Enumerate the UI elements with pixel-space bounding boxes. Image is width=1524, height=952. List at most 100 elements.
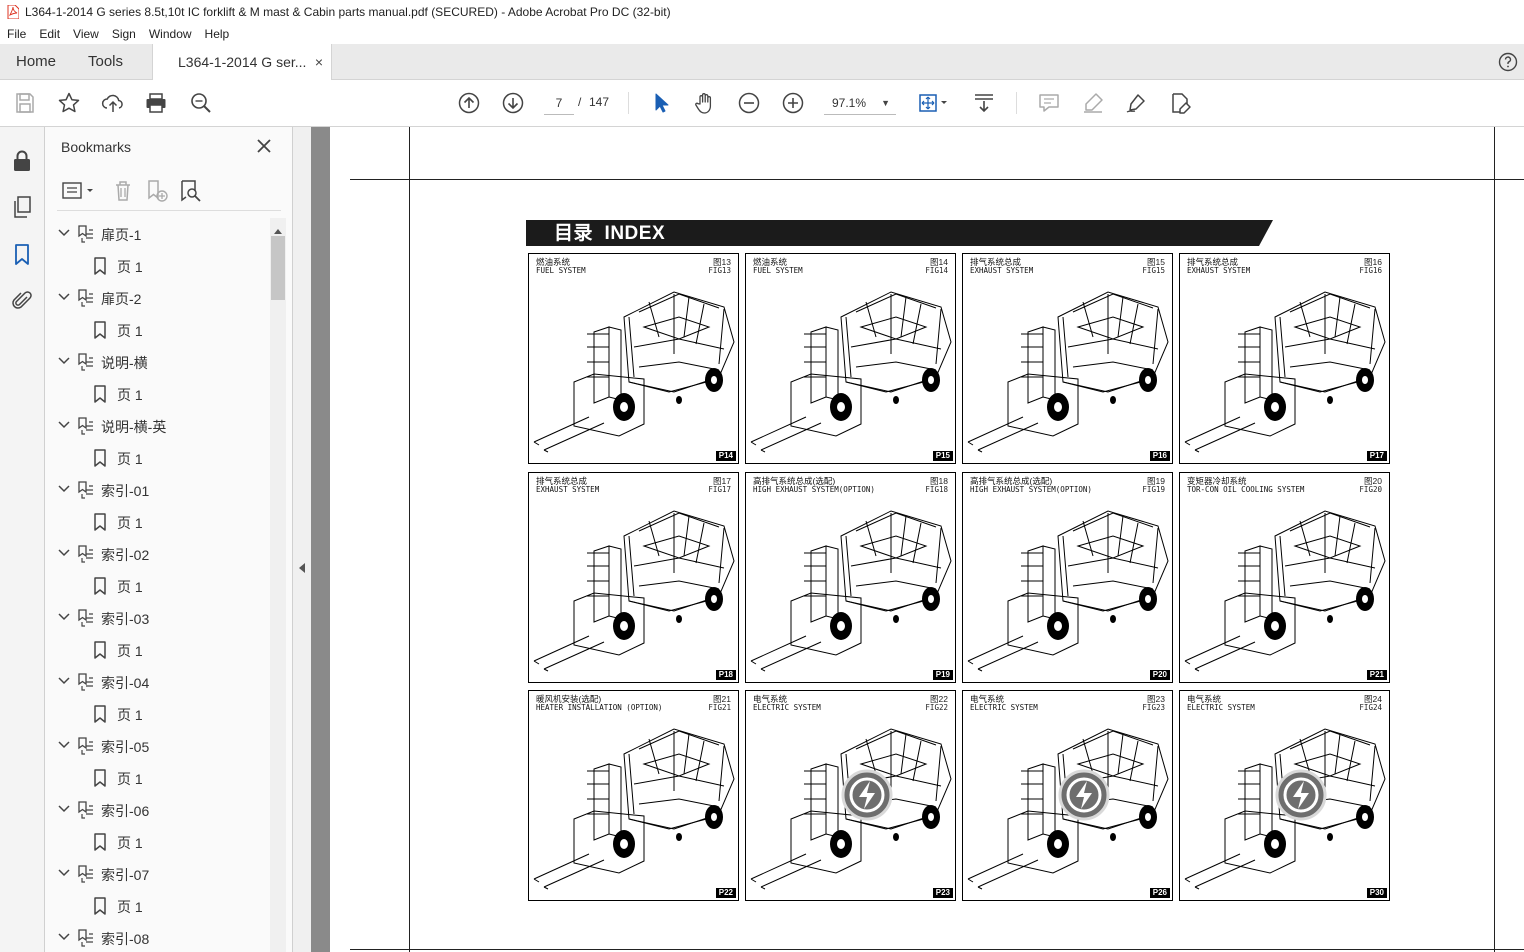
chevron-down-icon[interactable] bbox=[57, 866, 71, 880]
bookmark-item[interactable]: 说明-横-英 bbox=[45, 414, 270, 438]
menu-window[interactable]: Window bbox=[142, 27, 198, 41]
bookmark-child-item[interactable]: 页 1 bbox=[45, 894, 270, 918]
bookmark-group-icon bbox=[77, 353, 95, 371]
sign-icon[interactable] bbox=[1124, 91, 1148, 115]
comment-icon[interactable] bbox=[1037, 91, 1061, 115]
menu-sign[interactable]: Sign bbox=[105, 27, 142, 41]
figure-number-en: FIG24 bbox=[1359, 703, 1382, 712]
bookmark-star-icon[interactable] bbox=[57, 91, 81, 115]
chevron-down-icon[interactable] bbox=[57, 738, 71, 752]
new-bookmark-icon[interactable] bbox=[145, 179, 169, 203]
close-panel-icon[interactable] bbox=[255, 137, 273, 155]
bookmark-child-item[interactable]: 页 1 bbox=[45, 382, 270, 406]
help-icon[interactable] bbox=[1498, 52, 1518, 72]
page-number-input[interactable]: 7 bbox=[544, 91, 574, 115]
bookmark-child-item[interactable]: 页 1 bbox=[45, 574, 270, 598]
menu-view[interactable]: View bbox=[66, 27, 105, 41]
figure-number-en: FIG17 bbox=[708, 485, 731, 494]
bookmark-icon bbox=[91, 449, 109, 467]
collapse-left-icon[interactable] bbox=[298, 561, 306, 573]
bookmark-item[interactable]: 索引-06 bbox=[45, 798, 270, 822]
bookmark-item[interactable]: 索引-04 bbox=[45, 670, 270, 694]
bookmark-item[interactable]: 索引-01 bbox=[45, 478, 270, 502]
scroll-mode-icon[interactable] bbox=[972, 91, 996, 115]
tab-tools[interactable]: Tools bbox=[88, 44, 123, 80]
bookmark-child-item[interactable]: 页 1 bbox=[45, 830, 270, 854]
page-thumbnails-icon[interactable] bbox=[10, 195, 34, 219]
bookmark-item[interactable]: 扉页-2 bbox=[45, 286, 270, 310]
bookmark-child-item[interactable]: 页 1 bbox=[45, 510, 270, 534]
figure-title-en: HIGH EXHAUST SYSTEM(OPTION) bbox=[970, 485, 1092, 494]
zoom-level-select[interactable]: 97.1% ▼ bbox=[824, 91, 896, 115]
forklift-illustration bbox=[1180, 272, 1389, 462]
bookmark-scrollbar[interactable] bbox=[270, 218, 286, 952]
close-tab-icon[interactable]: × bbox=[315, 44, 323, 80]
print-icon[interactable] bbox=[144, 91, 168, 115]
bookmark-child-item[interactable]: 页 1 bbox=[45, 638, 270, 662]
chevron-down-icon[interactable] bbox=[57, 290, 71, 304]
figure-title-en: FUEL SYSTEM bbox=[536, 266, 586, 275]
chevron-down-icon[interactable] bbox=[57, 354, 71, 368]
tab-document[interactable]: L364-1-2014 G ser... × bbox=[152, 44, 332, 81]
select-cursor-icon[interactable] bbox=[649, 91, 673, 115]
menu-file[interactable]: File bbox=[0, 27, 32, 41]
scrollbar-thumb[interactable] bbox=[271, 236, 285, 300]
previous-page-icon[interactable] bbox=[457, 91, 481, 115]
delete-bookmark-icon[interactable] bbox=[111, 179, 135, 203]
bookmark-icon bbox=[91, 833, 109, 851]
tab-home[interactable]: Home bbox=[16, 44, 56, 80]
bookmark-item[interactable]: 索引-07 bbox=[45, 862, 270, 886]
bookmark-child-item[interactable]: 页 1 bbox=[45, 318, 270, 342]
find-bookmark-icon[interactable] bbox=[179, 179, 203, 203]
attachments-icon[interactable] bbox=[10, 289, 34, 313]
menu-help[interactable]: Help bbox=[198, 27, 236, 41]
chevron-down-icon[interactable] bbox=[57, 226, 71, 240]
chevron-down-icon[interactable] bbox=[57, 418, 71, 432]
forklift-illustration bbox=[963, 491, 1172, 681]
chevron-down-icon[interactable] bbox=[57, 482, 71, 496]
lock-icon[interactable] bbox=[10, 149, 34, 173]
zoom-search-icon[interactable] bbox=[189, 91, 213, 115]
bookmark-label: 索引-05 bbox=[101, 739, 150, 755]
bookmark-child-item[interactable]: 页 1 bbox=[45, 446, 270, 470]
bookmark-child-item[interactable]: 页 1 bbox=[45, 766, 270, 790]
index-title: 目录 INDEX bbox=[554, 223, 666, 244]
chevron-down-icon[interactable] bbox=[57, 610, 71, 624]
menu-edit[interactable]: Edit bbox=[32, 27, 66, 41]
bookmark-options-icon[interactable] bbox=[61, 179, 97, 203]
bookmark-item[interactable]: 说明-横 bbox=[45, 350, 270, 374]
bookmark-item[interactable]: 索引-08 bbox=[45, 926, 270, 950]
next-page-icon[interactable] bbox=[501, 91, 525, 115]
chevron-down-icon[interactable] bbox=[57, 674, 71, 688]
bookmark-child-label: 页 1 bbox=[117, 643, 143, 659]
bookmark-child-label: 页 1 bbox=[117, 387, 143, 403]
bookmarks-panel-icon[interactable] bbox=[10, 242, 34, 266]
bookmark-item[interactable]: 索引-03 bbox=[45, 606, 270, 630]
bookmark-child-item[interactable]: 页 1 bbox=[45, 702, 270, 726]
edit-pdf-icon[interactable] bbox=[1168, 91, 1192, 115]
bookmarks-toolbar bbox=[57, 177, 281, 211]
hand-tool-icon[interactable] bbox=[693, 91, 717, 115]
chevron-down-icon[interactable] bbox=[57, 802, 71, 816]
scroll-up-icon[interactable] bbox=[273, 222, 283, 234]
figure-cell: 排气系统总成 EXHAUST SYSTEM 图17 FIG17 P18 bbox=[528, 472, 739, 683]
fit-page-icon[interactable] bbox=[916, 91, 952, 115]
document-viewer[interactable]: 目录 INDEX 燃油系统 FUEL SYSTEM 图13 FIG13 P14 燃油系统 F… bbox=[311, 127, 1524, 952]
zoom-in-icon[interactable] bbox=[781, 91, 805, 115]
bookmark-child-item[interactable]: 页 1 bbox=[45, 254, 270, 278]
panel-collapse-handle[interactable] bbox=[293, 127, 311, 952]
zoom-out-icon[interactable] bbox=[737, 91, 761, 115]
bookmark-item[interactable]: 索引-05 bbox=[45, 734, 270, 758]
chevron-down-icon[interactable] bbox=[57, 930, 71, 944]
bookmark-label: 索引-02 bbox=[101, 547, 150, 563]
bookmark-item[interactable]: 扉页-1 bbox=[45, 222, 270, 246]
highlight-icon[interactable] bbox=[1081, 91, 1105, 115]
figure-number-en: FIG23 bbox=[1142, 703, 1165, 712]
save-icon[interactable] bbox=[13, 91, 37, 115]
chevron-down-icon[interactable] bbox=[57, 546, 71, 560]
pdf-page: 目录 INDEX 燃油系统 FUEL SYSTEM 图13 FIG13 P14 燃油系统 F… bbox=[330, 127, 1524, 952]
bookmark-child-label: 页 1 bbox=[117, 323, 143, 339]
figure-number-en: FIG14 bbox=[925, 266, 948, 275]
bookmark-item[interactable]: 索引-02 bbox=[45, 542, 270, 566]
upload-icon[interactable] bbox=[101, 91, 125, 115]
